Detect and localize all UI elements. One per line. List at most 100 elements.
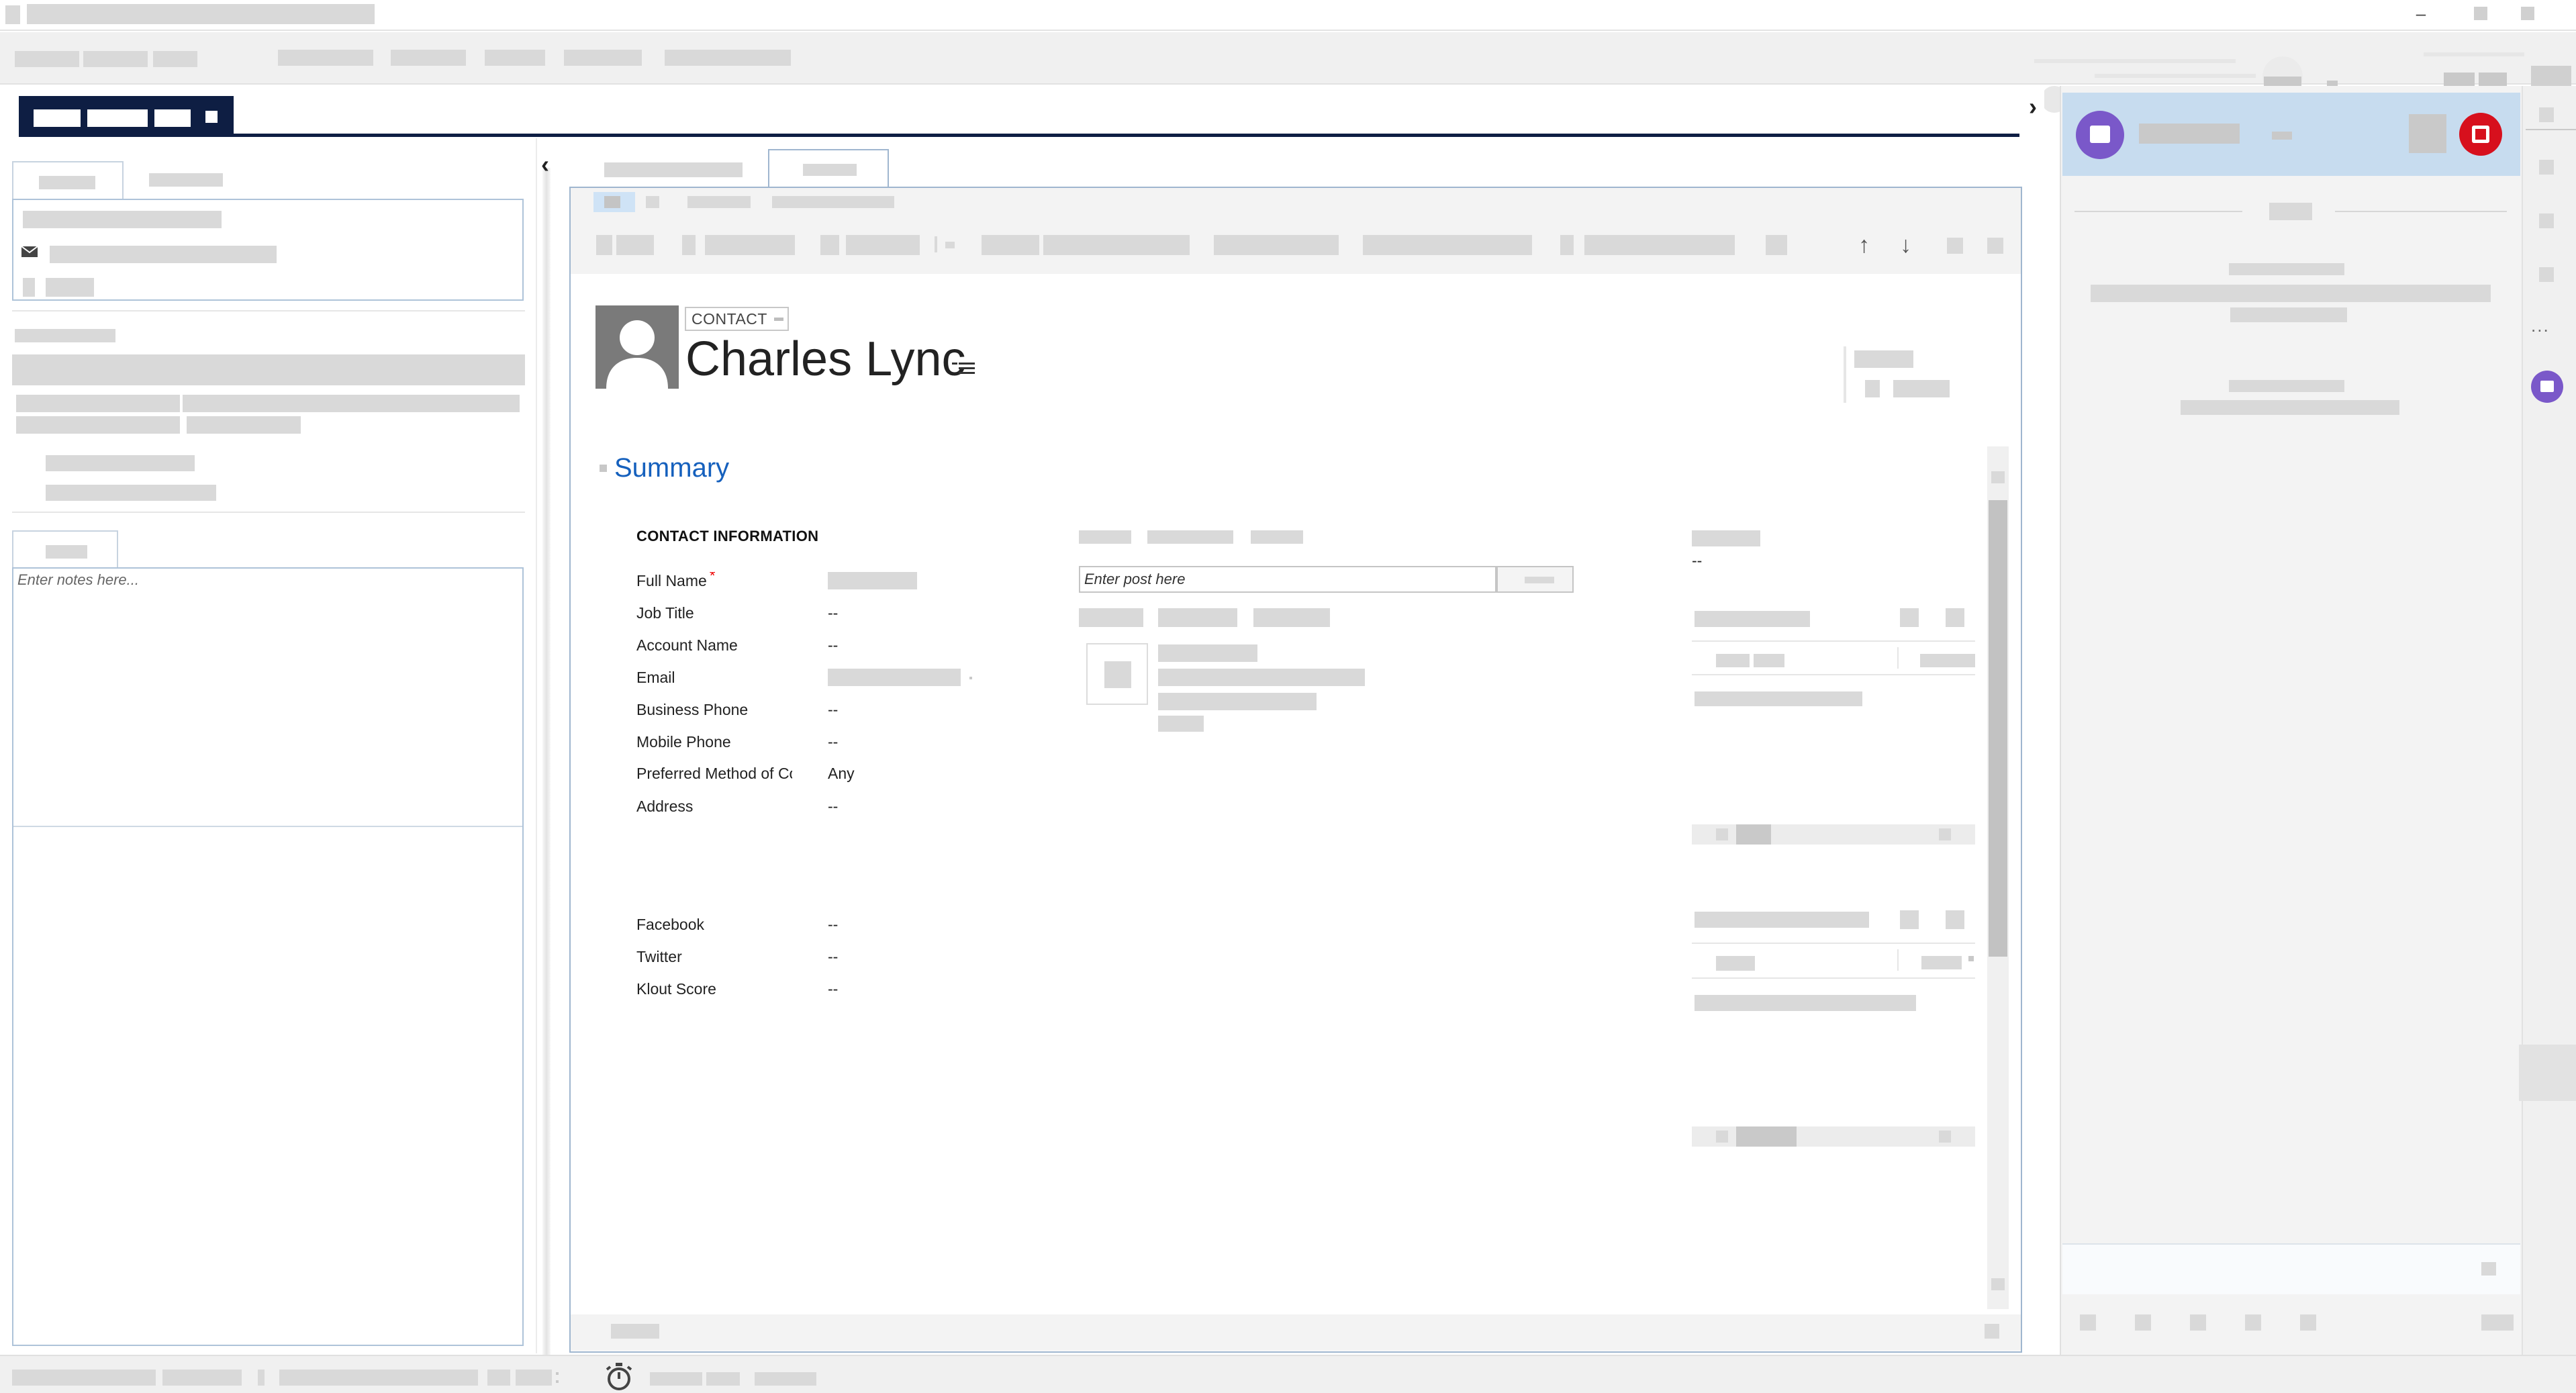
content-tab-inactive[interactable] — [604, 162, 743, 177]
rail-agent-avatar[interactable] — [2531, 371, 2563, 403]
command-button[interactable] — [705, 235, 795, 255]
business-phone-value[interactable]: -- — [828, 701, 838, 719]
post-input[interactable] — [1079, 566, 1496, 593]
message-compose[interactable] — [2062, 1243, 2520, 1294]
left-tab-active[interactable] — [12, 161, 124, 199]
pager-first-icon[interactable] — [1716, 1131, 1728, 1143]
command-button[interactable] — [1363, 235, 1532, 255]
compose-tool-icon[interactable] — [2080, 1314, 2096, 1331]
subgrid-column-header[interactable] — [1716, 654, 1750, 667]
agent-avatar[interactable] — [2076, 111, 2124, 159]
subgrid-add-icon[interactable] — [1900, 910, 1919, 929]
toolbar-item[interactable] — [391, 50, 466, 66]
toolbar-item[interactable] — [15, 51, 79, 67]
command-icon[interactable] — [1947, 238, 1963, 254]
left-tab-inactive[interactable] — [149, 173, 223, 187]
section-link[interactable] — [46, 455, 195, 471]
close-button[interactable] — [2521, 7, 2534, 20]
command-button[interactable] — [982, 235, 1039, 255]
content-tab-active[interactable] — [768, 149, 889, 187]
toolbar-item[interactable] — [564, 50, 642, 66]
email-action-icon[interactable] — [969, 677, 972, 679]
maximize-button[interactable] — [2474, 7, 2487, 20]
toolbar-item[interactable] — [485, 50, 545, 66]
posts-tab[interactable] — [1079, 530, 1131, 544]
breadcrumb-item[interactable] — [772, 196, 894, 208]
pager-page[interactable] — [1736, 1126, 1797, 1147]
pager-first-icon[interactable] — [1716, 828, 1728, 840]
breadcrumb-item[interactable] — [687, 196, 751, 208]
expand-right-chevron-icon[interactable]: › — [2029, 93, 2037, 121]
post-author-avatar[interactable] — [1086, 643, 1148, 705]
contact-avatar[interactable] — [595, 305, 679, 389]
move-down-arrow-icon[interactable]: ↓ — [1900, 234, 1911, 256]
account-name-value[interactable]: -- — [828, 636, 838, 655]
subgrid-menu-icon[interactable] — [1946, 608, 1964, 627]
command-overflow[interactable] — [1766, 235, 1787, 255]
save-icon[interactable] — [1985, 1324, 1999, 1339]
header-field-value[interactable] — [1893, 380, 1950, 397]
pager-next-icon[interactable] — [1939, 1131, 1951, 1143]
command-button[interactable] — [1043, 235, 1190, 255]
compose-tool-icon[interactable] — [2135, 1314, 2151, 1331]
rail-icon[interactable] — [2539, 107, 2554, 122]
collapse-left-chevron-icon[interactable]: ‹ — [541, 150, 549, 179]
post-button[interactable] — [1496, 566, 1574, 593]
record-menu-icon[interactable] — [952, 360, 976, 376]
rail-scroll-handle[interactable] — [2519, 1045, 2576, 1101]
subgrid-add-icon[interactable] — [1900, 608, 1919, 627]
post-author[interactable] — [1158, 644, 1257, 662]
compose-tool-icon[interactable] — [2190, 1314, 2206, 1331]
email-value[interactable] — [828, 669, 961, 686]
toolbar-item[interactable] — [83, 51, 148, 67]
twitter-value[interactable]: -- — [828, 948, 838, 966]
command-button[interactable] — [1214, 235, 1339, 255]
session-tab[interactable] — [19, 96, 234, 135]
rail-icon[interactable] — [2539, 267, 2554, 282]
section-collapse-icon[interactable] — [600, 465, 607, 472]
session-tab-close-icon[interactable] — [205, 111, 218, 123]
sort-icon[interactable] — [1968, 956, 1974, 961]
toolbar-item[interactable] — [665, 50, 791, 66]
field-value-right[interactable]: -- — [1692, 552, 1702, 570]
pager-next-icon[interactable] — [1939, 828, 1951, 840]
rail-icon[interactable] — [2539, 160, 2554, 175]
command-button[interactable] — [846, 235, 920, 255]
agent-action-button[interactable] — [2409, 114, 2446, 153]
command-icon[interactable] — [1987, 238, 2003, 254]
rail-icon[interactable] — [2539, 213, 2554, 228]
preferred-method-value[interactable]: Any — [828, 765, 855, 783]
notes-tab[interactable] — [12, 530, 118, 568]
address-value[interactable]: -- — [828, 798, 838, 816]
pager-page[interactable] — [1736, 824, 1771, 845]
compose-tool-icon[interactable] — [2300, 1314, 2316, 1331]
nav-button[interactable] — [646, 196, 659, 208]
posts-tab[interactable] — [1251, 530, 1303, 544]
posts-filter[interactable] — [1079, 608, 1143, 627]
subgrid-column-header[interactable] — [1920, 654, 1975, 667]
pane-splitter[interactable] — [542, 168, 551, 1356]
subgrid-column-header[interactable] — [1716, 956, 1755, 971]
notes-input[interactable] — [12, 567, 524, 1346]
stop-session-button[interactable] — [2459, 113, 2502, 156]
compose-tool-icon[interactable] — [2481, 1314, 2514, 1331]
full-name-value[interactable] — [828, 572, 917, 589]
subgrid-menu-icon[interactable] — [1946, 910, 1964, 929]
toolbar-item[interactable] — [278, 50, 373, 66]
klout-score-value[interactable]: -- — [828, 980, 838, 998]
customer-email[interactable] — [50, 246, 277, 263]
scroll-up-icon[interactable] — [1991, 471, 2005, 483]
mobile-phone-value[interactable]: -- — [828, 733, 838, 751]
section-link[interactable] — [46, 485, 216, 501]
scroll-down-icon[interactable] — [1991, 1278, 2005, 1290]
subgrid-column-header[interactable] — [1754, 654, 1784, 667]
customer-phone[interactable] — [46, 278, 94, 297]
toolbar-item[interactable] — [153, 51, 197, 67]
rail-more-icon[interactable]: ... — [2531, 316, 2550, 336]
command-button[interactable] — [1584, 235, 1735, 255]
posts-tab[interactable] — [1147, 530, 1233, 544]
posts-filter[interactable] — [1158, 608, 1237, 627]
command-button[interactable] — [616, 235, 654, 255]
facebook-value[interactable]: -- — [828, 916, 838, 934]
compose-tool-icon[interactable] — [2245, 1314, 2261, 1331]
